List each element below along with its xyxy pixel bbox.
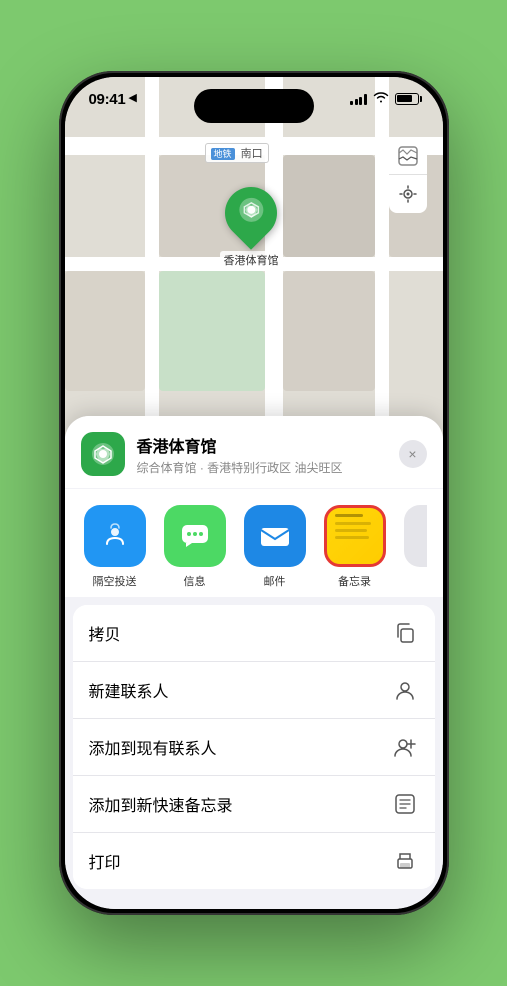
print-icon	[391, 847, 419, 875]
action-print-label: 打印	[89, 849, 391, 873]
location-pin-container: 香港体育馆	[220, 187, 283, 269]
action-copy-label: 拷贝	[89, 621, 391, 645]
location-pin	[214, 176, 288, 250]
location-button[interactable]	[389, 175, 427, 213]
share-row: 隔空投送 信息	[65, 489, 443, 597]
copy-icon	[391, 619, 419, 647]
status-time: 09:41	[89, 91, 126, 108]
person-icon	[391, 676, 419, 704]
action-copy[interactable]: 拷贝	[73, 605, 435, 662]
place-header: 香港体育馆 综合体育馆 · 香港特别行政区 油尖旺区 ×	[65, 416, 443, 488]
notes-label: 备忘录	[338, 573, 371, 589]
place-icon	[81, 432, 125, 476]
more-icon	[404, 505, 427, 567]
place-subtitle: 综合体育馆 · 香港特别行政区 油尖旺区	[137, 459, 399, 476]
share-item-message[interactable]: 信息	[161, 505, 229, 589]
person-add-icon	[391, 733, 419, 761]
share-item-more[interactable]: 推	[401, 505, 427, 589]
signal-bars	[350, 93, 367, 105]
wifi-icon	[373, 91, 389, 106]
location-arrow-icon: ◀	[128, 91, 136, 104]
phone-frame: 09:41 ◀	[59, 71, 449, 915]
action-add-quick-memo[interactable]: 添加到新快速备忘录	[73, 776, 435, 833]
location-label: 香港体育馆	[220, 251, 283, 269]
mail-label: 邮件	[264, 573, 286, 589]
airdrop-icon	[84, 505, 146, 567]
mail-icon	[244, 505, 306, 567]
map-type-button[interactable]	[389, 137, 427, 175]
place-name: 香港体育馆	[137, 433, 399, 457]
message-label: 信息	[184, 573, 206, 589]
status-right	[350, 91, 419, 106]
action-new-contact[interactable]: 新建联系人	[73, 662, 435, 719]
airdrop-label: 隔空投送	[93, 573, 137, 589]
share-item-notes[interactable]: 备忘录	[321, 505, 389, 589]
phone-screen: 09:41 ◀	[65, 77, 443, 909]
place-info: 香港体育馆 综合体育馆 · 香港特别行政区 油尖旺区	[137, 433, 399, 476]
message-icon	[164, 505, 226, 567]
map-label-nankou: 地铁 南口	[205, 143, 269, 163]
share-item-mail[interactable]: 邮件	[241, 505, 309, 589]
share-item-airdrop[interactable]: 隔空投送	[81, 505, 149, 589]
bottom-sheet: 香港体育馆 综合体育馆 · 香港特别行政区 油尖旺区 ×	[65, 416, 443, 909]
action-add-existing-contact[interactable]: 添加到现有联系人	[73, 719, 435, 776]
dynamic-island	[194, 89, 314, 123]
action-list: 拷贝 新建联系人	[73, 605, 435, 889]
notes-icon	[324, 505, 386, 567]
map-controls	[389, 137, 427, 213]
share-items-list: 隔空投送 信息	[81, 505, 427, 589]
close-button[interactable]: ×	[399, 440, 427, 468]
action-add-existing-label: 添加到现有联系人	[89, 735, 391, 759]
action-new-contact-label: 新建联系人	[89, 678, 391, 702]
action-quick-memo-label: 添加到新快速备忘录	[89, 792, 391, 816]
action-print[interactable]: 打印	[73, 833, 435, 889]
memo-icon	[391, 790, 419, 818]
battery-icon	[395, 93, 419, 105]
